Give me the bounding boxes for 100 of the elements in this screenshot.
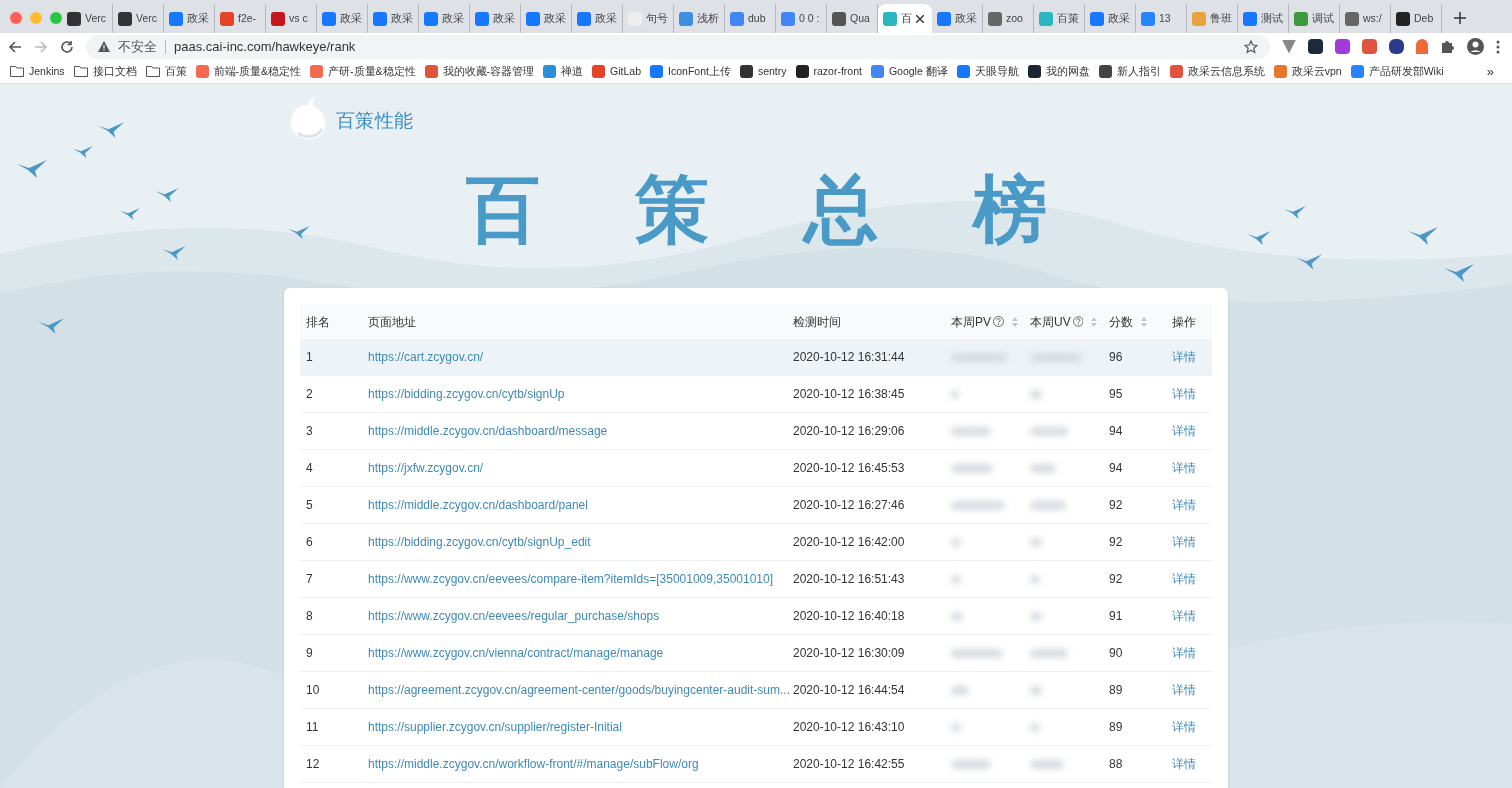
- bookmark[interactable]: 前端-质量&稳定性: [195, 63, 302, 80]
- table-row[interactable]: 1 https://cart.zcygov.cn/ 2020-10-12 16:31:44 96 详情: [300, 339, 1212, 376]
- bookmark[interactable]: Google 翻译: [870, 63, 948, 80]
- details-link[interactable]: 详情: [1172, 535, 1196, 549]
- tab-title: 鲁班: [1210, 10, 1232, 26]
- rank-cell: 1: [306, 350, 313, 364]
- rank-cell: 7: [306, 572, 313, 586]
- bookmark[interactable]: 接口文档: [73, 63, 137, 80]
- page-link[interactable]: https://middle.zcygov.cn/dashboard/message: [368, 424, 608, 438]
- folder-icon: [145, 66, 160, 77]
- bookmark[interactable]: IconFont上传: [650, 63, 731, 80]
- tab-title: 政采: [340, 10, 362, 26]
- bookmark[interactable]: 百策: [145, 63, 187, 80]
- back-icon[interactable]: [8, 39, 22, 54]
- page-link[interactable]: https://www.zcygov.cn/vienna/contract/manage/manage: [368, 646, 664, 660]
- details-link[interactable]: 详情: [1172, 424, 1196, 438]
- details-link[interactable]: 详情: [1172, 461, 1196, 475]
- details-link[interactable]: 详情: [1172, 572, 1196, 586]
- help-icon[interactable]: [993, 316, 1004, 327]
- menu-icon[interactable]: [1496, 39, 1500, 54]
- column-header: 页面地址: [367, 313, 417, 331]
- details-link[interactable]: 详情: [1172, 498, 1196, 512]
- rank-cell: 6: [306, 535, 313, 549]
- address-bar[interactable]: 不安全 paas.cai-inc.com/hawkeye/rank: [86, 34, 1270, 59]
- reload-icon[interactable]: [60, 39, 74, 54]
- blurred-value: [1030, 648, 1068, 658]
- extension-icon[interactable]: [1389, 39, 1404, 54]
- bookmark[interactable]: sentry: [739, 63, 787, 80]
- page-link[interactable]: https://middle.zcygov.cn/workflow-front/#/manage/subFlow/org: [368, 757, 699, 771]
- profile-icon[interactable]: [1467, 38, 1484, 55]
- close-window-button[interactable]: [10, 12, 22, 24]
- page-link[interactable]: https://bidding.zcygov.cn/cytb/signUp: [368, 387, 565, 401]
- bookmark[interactable]: 产品研发部Wiki: [1350, 63, 1444, 80]
- help-icon[interactable]: [1072, 316, 1084, 327]
- more-bookmarks-button[interactable]: »: [1486, 61, 1502, 82]
- details-link[interactable]: 详情: [1172, 609, 1196, 623]
- page-link[interactable]: https://www.zcygov.cn/eevees/regular_purchase/shops: [368, 609, 660, 623]
- bookmark[interactable]: 我的网盘: [1027, 63, 1090, 80]
- bookmark[interactable]: 我的收藏-容器管理: [424, 63, 535, 80]
- browser-tab[interactable]: 百: [878, 4, 932, 33]
- column-header[interactable]: 本周UV: [1024, 312, 1103, 331]
- bookmark[interactable]: 政采云vpn: [1273, 63, 1342, 80]
- blurred-value: [1030, 463, 1056, 473]
- blurred-value: [1030, 574, 1040, 584]
- folder-icon: [10, 66, 24, 77]
- time-cell: 2020-10-12 16:43:10: [793, 720, 905, 734]
- bird-icon: [1296, 254, 1322, 270]
- details-link[interactable]: 详情: [1172, 387, 1196, 401]
- time-cell: 2020-10-12 16:42:55: [793, 757, 905, 771]
- extension-icon[interactable]: [1308, 39, 1323, 54]
- tab-title: Verc: [136, 10, 157, 26]
- star-icon[interactable]: [1244, 39, 1258, 54]
- new-tab-icon[interactable]: [1454, 12, 1466, 24]
- details-link[interactable]: 详情: [1172, 350, 1196, 364]
- column-header[interactable]: 本周PV: [945, 312, 1024, 331]
- blurred-value: [951, 574, 961, 584]
- close-tab-icon[interactable]: [916, 14, 924, 23]
- security-label: 不安全: [118, 37, 157, 56]
- bookmark[interactable]: 天眼导航: [956, 63, 1019, 80]
- page-link[interactable]: https://middle.zcygov.cn/dashboard/panel: [368, 498, 588, 512]
- bird-icon: [73, 146, 93, 158]
- score-cell: 92: [1109, 535, 1123, 549]
- bookmark-label: 我的收藏-容器管理: [442, 63, 535, 79]
- bird-icon: [162, 246, 186, 260]
- bookmark[interactable]: GitLab: [592, 63, 642, 80]
- bookmark-label: IconFont上传: [668, 63, 731, 79]
- bookmark-label: 前端-质量&稳定性: [213, 63, 302, 79]
- column-header[interactable]: 分数: [1103, 312, 1166, 331]
- time-cell: 2020-10-12 16:38:45: [793, 387, 905, 401]
- score-cell: 89: [1109, 683, 1123, 697]
- bookmark[interactable]: 禅道: [543, 63, 584, 80]
- page-link[interactable]: https://cart.zcygov.cn/: [368, 350, 484, 364]
- forward-icon[interactable]: [34, 39, 48, 54]
- details-link[interactable]: 详情: [1172, 757, 1196, 771]
- page-link[interactable]: https://supplier.zcygov.cn/supplier/register-Initial: [368, 720, 622, 734]
- bookmark[interactable]: 新人指引: [1098, 63, 1161, 80]
- page-link[interactable]: https://jxfw.zcygov.cn/: [368, 461, 484, 475]
- bookmark[interactable]: 政采云信息系统: [1169, 63, 1265, 80]
- details-link[interactable]: 详情: [1172, 646, 1196, 660]
- bookmark[interactable]: 产研-质量&稳定性: [310, 63, 416, 80]
- bird-icon: [1247, 231, 1271, 245]
- bookmark[interactable]: Jenkins: [10, 63, 65, 80]
- page-link[interactable]: https://agreement.zcygov.cn/agreement-center/goods/buyingcenter-audit-sum...: [368, 683, 790, 697]
- puzzle-icon[interactable]: [1440, 39, 1455, 54]
- bird-icon: [120, 208, 140, 220]
- rank-cell: 5: [306, 498, 313, 512]
- rank-cell: 10: [306, 683, 320, 697]
- column-header: 操作: [1171, 313, 1197, 331]
- page-link[interactable]: https://bidding.zcygov.cn/cytb/signUp_edit: [368, 535, 591, 549]
- details-link[interactable]: 详情: [1172, 683, 1196, 697]
- blurred-value: [1030, 759, 1064, 769]
- details-link[interactable]: 详情: [1172, 720, 1196, 734]
- page-link[interactable]: https://www.zcygov.cn/eevees/compare-item?itemIds=[35001009,35001010]: [368, 572, 773, 586]
- column-header: 排名: [305, 313, 331, 331]
- bookmark[interactable]: razor-front: [795, 63, 862, 80]
- tab-title: 政采: [955, 10, 977, 26]
- rank-cell: 11: [306, 720, 319, 734]
- tab-title: 调试: [1312, 10, 1334, 26]
- bookmark-label: razor-front: [813, 63, 862, 79]
- bookmark-label: 新人指引: [1116, 63, 1161, 79]
